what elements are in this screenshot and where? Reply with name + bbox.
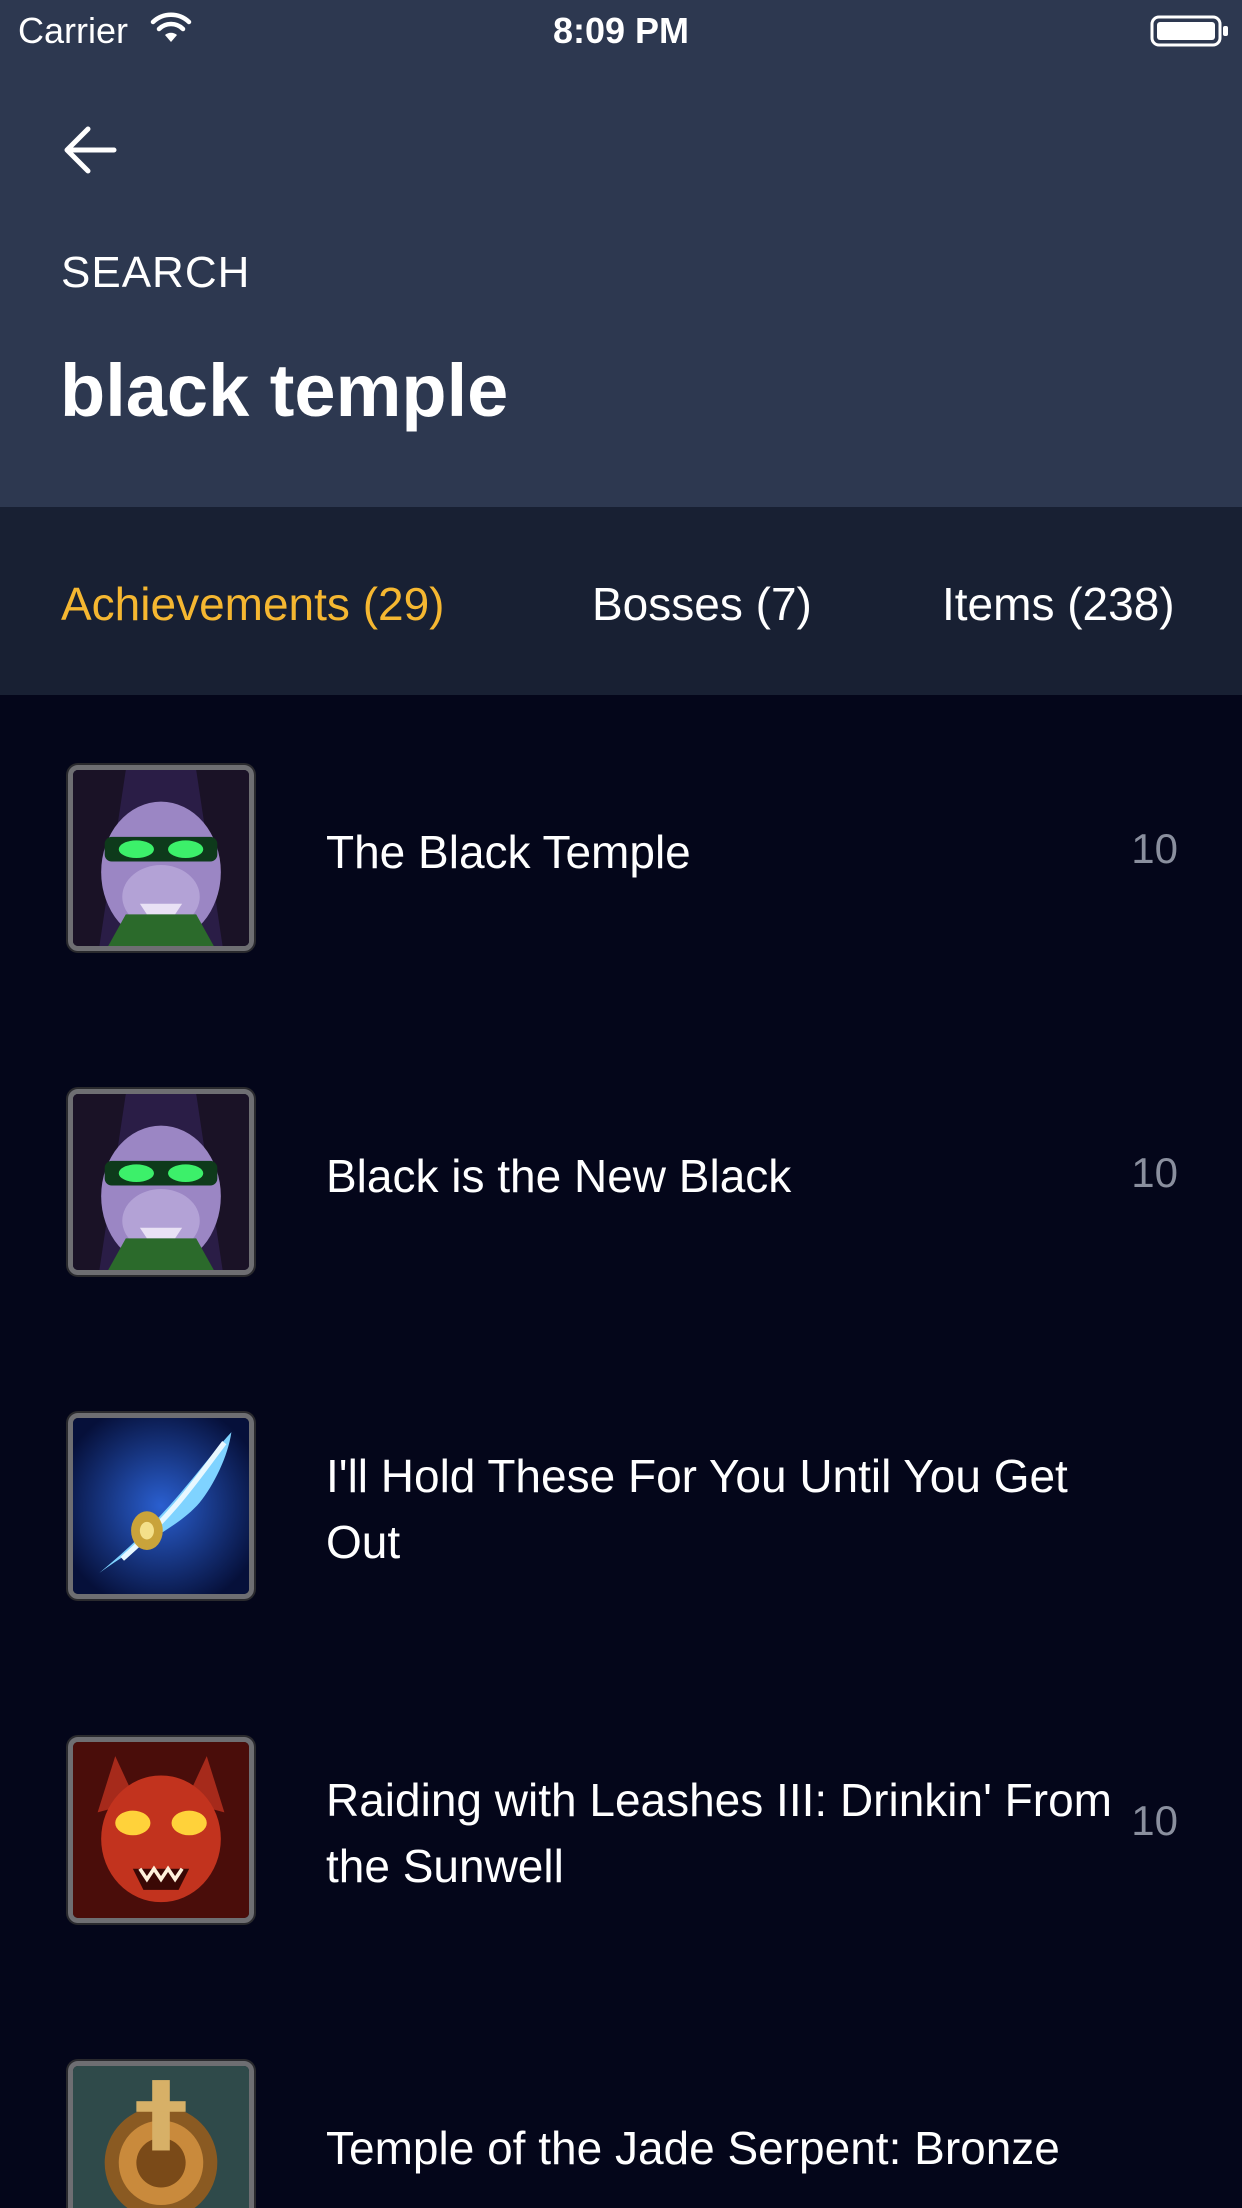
back-button[interactable] xyxy=(56,116,124,184)
results-list[interactable]: The Black Temple 10 Black is the New Bla… xyxy=(0,695,1242,2208)
category-tabs: Achievements (29) Bosses (7) Items (238) xyxy=(0,507,1242,695)
bronze-medal-shield-icon xyxy=(68,2061,254,2208)
status-time: 8:09 PM xyxy=(552,10,690,51)
result-title: The Black Temple xyxy=(326,826,691,878)
result-title: I'll Hold These For You Until You Get Ou… xyxy=(326,1450,1068,1568)
list-item[interactable]: Black is the New Black 10 xyxy=(0,1019,1242,1343)
result-title: Temple of the Jade Serpent: Bronze xyxy=(326,2122,1060,2174)
battery-icon xyxy=(1150,15,1228,47)
list-item[interactable]: Temple of the Jade Serpent: Bronze xyxy=(0,1991,1242,2208)
result-points: 10 xyxy=(1131,1797,1178,1844)
list-item[interactable]: Raiding with Leashes III: Drinkin' From … xyxy=(0,1667,1242,1991)
header: Carrier 8:09 PM SEARCH black temple xyxy=(0,0,1242,507)
status-bar: Carrier 8:09 PM xyxy=(0,0,1242,62)
list-item[interactable]: The Black Temple 10 xyxy=(0,695,1242,1019)
illidan-portrait-icon xyxy=(68,765,254,951)
result-points: 10 xyxy=(1131,825,1178,872)
red-demon-pet-icon xyxy=(68,1737,254,1923)
warglaive-icon xyxy=(68,1413,254,1599)
result-points: 10 xyxy=(1131,1149,1178,1196)
arrow-left-icon xyxy=(64,126,117,174)
tab-achievements[interactable]: Achievements (29) xyxy=(61,577,445,631)
result-title: Black is the New Black xyxy=(326,1150,792,1202)
tab-bosses[interactable]: Bosses (7) xyxy=(592,577,812,631)
search-query-title: black temple xyxy=(60,349,509,432)
tab-items[interactable]: Items (238) xyxy=(942,577,1175,631)
list-item[interactable]: I'll Hold These For You Until You Get Ou… xyxy=(0,1343,1242,1667)
section-label: SEARCH xyxy=(61,248,251,297)
result-title: Raiding with Leashes III: Drinkin' From … xyxy=(326,1774,1112,1892)
illidan-portrait-icon xyxy=(68,1089,254,1275)
